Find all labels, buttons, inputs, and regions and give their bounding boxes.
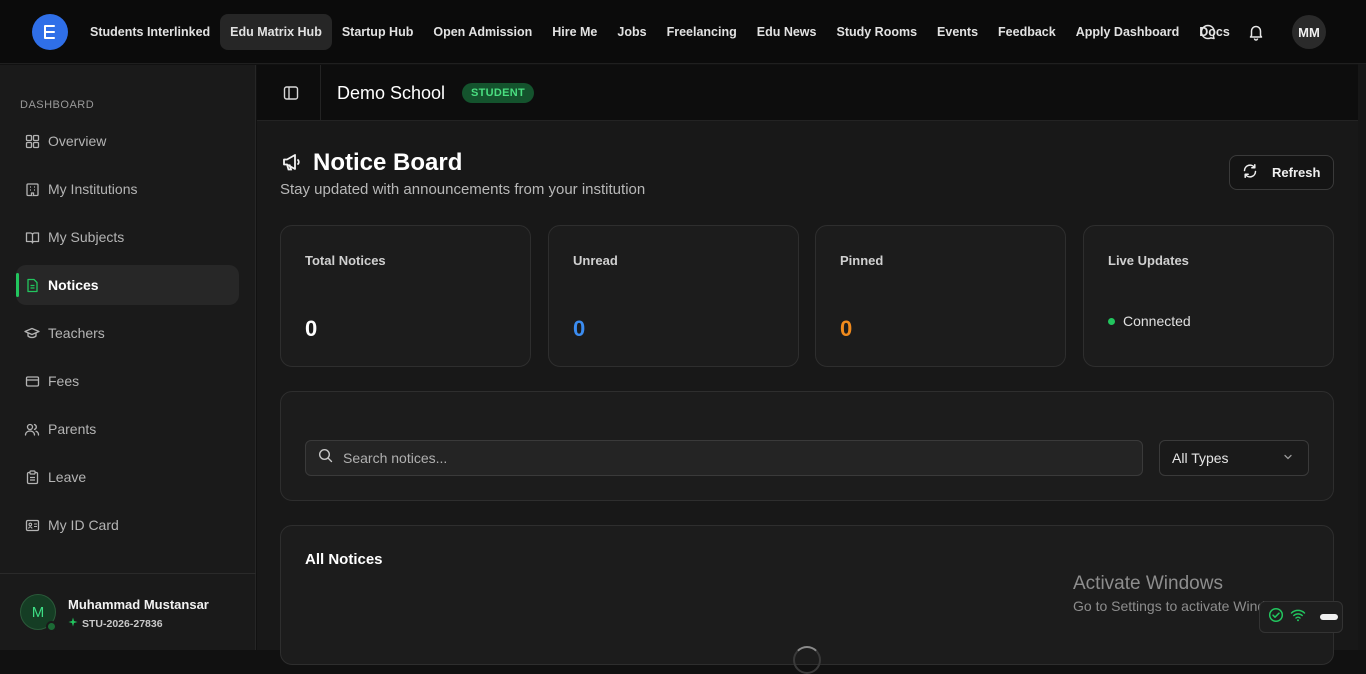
sidebar-section-title: DASHBOARD bbox=[20, 99, 95, 111]
sidebar-item-leave[interactable]: Leave bbox=[16, 457, 239, 497]
sidebar-item-parents[interactable]: Parents bbox=[16, 409, 239, 449]
page-header: Demo School STUDENT bbox=[257, 65, 1358, 121]
id-card-icon bbox=[24, 517, 40, 533]
header-divider bbox=[320, 65, 321, 121]
nav-students-interlinked[interactable]: Students Interlinked bbox=[80, 14, 220, 50]
nav-events[interactable]: Events bbox=[927, 14, 988, 50]
connection-status: Connected bbox=[1108, 313, 1191, 329]
nav-edu-matrix-hub[interactable]: Edu Matrix Hub bbox=[220, 14, 332, 50]
sidebar-item-label: Teachers bbox=[48, 325, 105, 341]
system-tray[interactable] bbox=[1259, 601, 1343, 633]
sidebar: DASHBOARD Overview My Institutions My Su… bbox=[0, 65, 256, 650]
type-filter-select[interactable]: All Types bbox=[1159, 440, 1309, 476]
nav-startup-hub[interactable]: Startup Hub bbox=[332, 14, 424, 50]
online-status-dot bbox=[46, 621, 57, 632]
sidebar-item-my-institutions[interactable]: My Institutions bbox=[16, 169, 239, 209]
notices-title: All Notices bbox=[305, 551, 383, 568]
app-logo-icon[interactable] bbox=[32, 14, 68, 50]
stat-value: 0 bbox=[305, 316, 318, 341]
sidebar-item-label: My ID Card bbox=[48, 517, 119, 533]
chevron-down-icon bbox=[1282, 450, 1294, 466]
sidebar-item-label: Notices bbox=[48, 277, 99, 293]
wifi-icon bbox=[1290, 607, 1306, 628]
refresh-icon bbox=[1242, 163, 1258, 182]
nav-edu-news[interactable]: Edu News bbox=[747, 14, 827, 50]
sidebar-item-overview[interactable]: Overview bbox=[16, 121, 239, 161]
stat-card-pinned: Pinned 0 bbox=[815, 225, 1066, 367]
refresh-button[interactable]: Refresh bbox=[1229, 155, 1334, 190]
user-name: Muhammad Mustansar bbox=[68, 597, 209, 612]
connection-status-text: Connected bbox=[1123, 313, 1191, 329]
sidebar-item-label: Fees bbox=[48, 373, 80, 389]
nav-hire-me[interactable]: Hire Me bbox=[542, 14, 607, 50]
megaphone-icon bbox=[281, 151, 303, 173]
bell-icon[interactable] bbox=[1244, 20, 1268, 44]
sidebar-item-label: Parents bbox=[48, 421, 97, 437]
stat-label: Live Updates bbox=[1108, 253, 1189, 268]
watermark-title: Activate Windows bbox=[1073, 573, 1223, 594]
top-actions: MM bbox=[1196, 14, 1326, 50]
student-id-text: STU-2026-27836 bbox=[82, 617, 163, 630]
sidebar-item-label: Leave bbox=[48, 469, 87, 485]
main-content: Notice Board Stay updated with announcem… bbox=[257, 121, 1358, 674]
nav-open-admission[interactable]: Open Admission bbox=[423, 14, 542, 50]
student-id: STU-2026-27836 bbox=[68, 617, 163, 630]
nav-apply-dashboard[interactable]: Apply Dashboard bbox=[1066, 14, 1190, 50]
loading-spinner-icon bbox=[793, 646, 821, 674]
search-icon bbox=[318, 448, 333, 468]
page-title: Notice Board bbox=[313, 149, 463, 176]
stat-value: 0 bbox=[840, 316, 853, 341]
grid-icon bbox=[24, 133, 40, 149]
page-subtitle: Stay updated with announcements from you… bbox=[280, 181, 646, 198]
users-icon bbox=[24, 421, 40, 437]
sidebar-item-teachers[interactable]: Teachers bbox=[16, 313, 239, 353]
stat-label: Pinned bbox=[840, 253, 884, 268]
toggle-pill-icon bbox=[1320, 614, 1338, 620]
sidebar-item-label: Overview bbox=[48, 133, 107, 149]
document-icon bbox=[24, 277, 40, 293]
clipboard-icon bbox=[24, 469, 40, 485]
stat-card-live-updates: Live Updates Connected bbox=[1083, 225, 1334, 367]
type-filter-value: All Types bbox=[1172, 450, 1229, 466]
check-circle-icon bbox=[1268, 607, 1284, 628]
chat-icon[interactable] bbox=[1196, 20, 1220, 44]
stat-card-unread: Unread 0 bbox=[548, 225, 799, 367]
sidebar-divider bbox=[0, 573, 256, 574]
search-box[interactable] bbox=[305, 440, 1143, 476]
search-input[interactable] bbox=[343, 450, 1123, 466]
nav-study-rooms[interactable]: Study Rooms bbox=[826, 14, 927, 50]
stat-card-total: Total Notices 0 bbox=[280, 225, 531, 367]
book-icon bbox=[24, 229, 40, 245]
sidebar-toggle-icon[interactable] bbox=[281, 81, 301, 105]
credit-card-icon bbox=[24, 373, 40, 389]
stat-label: Unread bbox=[573, 253, 618, 268]
graduation-cap-icon bbox=[24, 325, 40, 341]
stat-label: Total Notices bbox=[305, 253, 386, 268]
status-dot bbox=[1108, 317, 1115, 325]
nav-jobs[interactable]: Jobs bbox=[607, 14, 656, 50]
filter-panel: All Types bbox=[280, 391, 1334, 501]
stat-value: 0 bbox=[573, 316, 586, 341]
refresh-label: Refresh bbox=[1272, 165, 1321, 180]
main-nav: Students Interlinked Edu Matrix Hub Star… bbox=[80, 14, 1240, 50]
top-navbar: Students Interlinked Edu Matrix Hub Star… bbox=[0, 0, 1366, 64]
sidebar-item-label: My Institutions bbox=[48, 181, 138, 197]
nav-feedback[interactable]: Feedback bbox=[988, 14, 1066, 50]
sidebar-item-my-id-card[interactable]: My ID Card bbox=[16, 505, 239, 545]
sidebar-item-notices[interactable]: Notices bbox=[16, 265, 239, 305]
building-icon bbox=[24, 181, 40, 197]
scrollbar[interactable] bbox=[1358, 64, 1366, 650]
sidebar-item-label: My Subjects bbox=[48, 229, 125, 245]
role-badge: STUDENT bbox=[462, 83, 535, 103]
sidebar-item-fees[interactable]: Fees bbox=[16, 361, 239, 401]
sparkle-icon bbox=[68, 617, 78, 630]
nav-freelancing[interactable]: Freelancing bbox=[657, 14, 747, 50]
school-name: Demo School bbox=[337, 83, 446, 103]
sidebar-item-my-subjects[interactable]: My Subjects bbox=[16, 217, 239, 257]
user-avatar[interactable]: MM bbox=[1292, 15, 1326, 49]
